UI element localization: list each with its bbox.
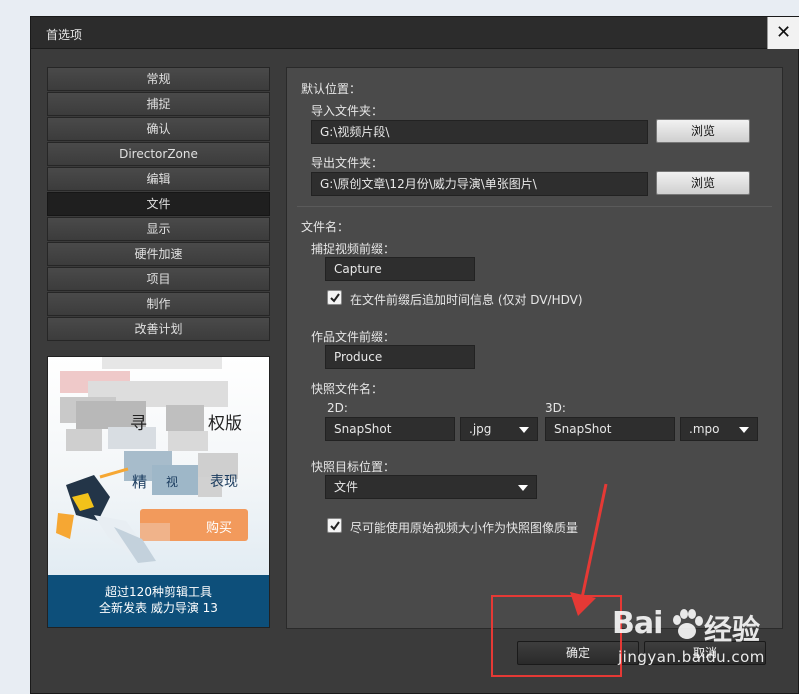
sidebar-item-hardware-acceleration[interactable]: 硬件加速 [47, 242, 270, 266]
append-time-checkbox[interactable] [327, 290, 342, 305]
label-2d: 2D: [327, 401, 348, 415]
sidebar-item-directorzone[interactable]: DirectorZone [47, 142, 270, 166]
original-size-checkbox[interactable] [327, 518, 342, 533]
cancel-button[interactable]: 取消 [644, 641, 766, 665]
skier-illustration [56, 467, 156, 563]
append-time-label: 在文件前缀后追加时间信息 (仅对 DV/HDV) [350, 293, 583, 307]
ok-button[interactable]: 确定 [517, 641, 639, 665]
capture-prefix-input[interactable]: Capture [325, 257, 475, 281]
chevron-down-icon [519, 427, 529, 433]
dialog-title: 首选项 [46, 28, 83, 42]
capture-prefix-label: 捕捉视频前缀： [311, 242, 396, 256]
sidebar-item-project[interactable]: 项目 [47, 267, 270, 291]
export-folder-label: 导出文件夹： [311, 156, 384, 170]
default-location-heading: 默认位置： [301, 82, 362, 96]
sidebar-item-confirmation[interactable]: 确认 [47, 117, 270, 141]
chevron-down-icon [518, 485, 528, 491]
sidebar-item-file[interactable]: 文件 [47, 192, 270, 216]
checkmark-icon [330, 521, 340, 531]
promo-image: 寻 权版 精 视 表现 购买 [48, 357, 269, 575]
production-prefix-label: 作品文件前缀： [311, 330, 396, 344]
sidebar-item-produce[interactable]: 制作 [47, 292, 270, 316]
label-3d: 3D: [545, 401, 566, 415]
export-folder-input[interactable]: G:\原创文章\12月份\威力导演\单张图片\ [311, 172, 648, 196]
snapshot-target-label: 快照目标位置： [311, 460, 396, 474]
format-3d-select[interactable]: .mpo [680, 417, 758, 441]
sidebar-item-general[interactable]: 常规 [47, 67, 270, 91]
title-bar: 首选项 ✕ [31, 17, 799, 49]
import-folder-input[interactable]: G:\视频片段\ [311, 120, 648, 144]
sidebar-item-improvement-program[interactable]: 改善计划 [47, 317, 270, 341]
format-2d-select[interactable]: .jpg [460, 417, 538, 441]
close-button[interactable]: ✕ [767, 17, 799, 49]
sidebar-item-capture[interactable]: 捕捉 [47, 92, 270, 116]
checkmark-icon [330, 293, 340, 303]
import-folder-label: 导入文件夹： [311, 104, 384, 118]
buy-button[interactable]: 购买 [206, 517, 232, 536]
category-sidebar: 常规 捕捉 确认 DirectorZone 编辑 文件 显示 硬件加速 项目 制… [47, 67, 270, 342]
snapshot-3d-input[interactable]: SnapShot [545, 417, 675, 441]
promo-caption: 超过120种剪辑工具 全新发表 威力导演 13 [48, 575, 269, 627]
close-icon: ✕ [775, 22, 792, 43]
sidebar-item-display[interactable]: 显示 [47, 217, 270, 241]
import-browse-button[interactable]: 浏览 [656, 119, 750, 143]
snapshot-filename-label: 快照文件名： [311, 382, 384, 396]
file-settings-panel: 默认位置： 导入文件夹： G:\视频片段\ 浏览 导出文件夹： G:\原创文章\… [286, 67, 783, 629]
production-prefix-input[interactable]: Produce [325, 345, 475, 369]
chevron-down-icon [739, 427, 749, 433]
section-divider [297, 206, 772, 207]
promo-banner[interactable]: 寻 权版 精 视 表现 购买 超过120种剪辑工具 全新发表 威力导演 13 [47, 356, 270, 628]
original-size-label: 尽可能使用原始视频大小作为快照图像质量 [350, 521, 579, 535]
sidebar-item-editing[interactable]: 编辑 [47, 167, 270, 191]
filename-heading: 文件名： [301, 220, 350, 234]
snapshot-target-select[interactable]: 文件 [325, 475, 537, 499]
export-browse-button[interactable]: 浏览 [656, 171, 750, 195]
preferences-dialog: 首选项 ✕ 常规 捕捉 确认 DirectorZone 编辑 文件 显示 硬件加… [30, 16, 799, 694]
snapshot-2d-input[interactable]: SnapShot [325, 417, 455, 441]
